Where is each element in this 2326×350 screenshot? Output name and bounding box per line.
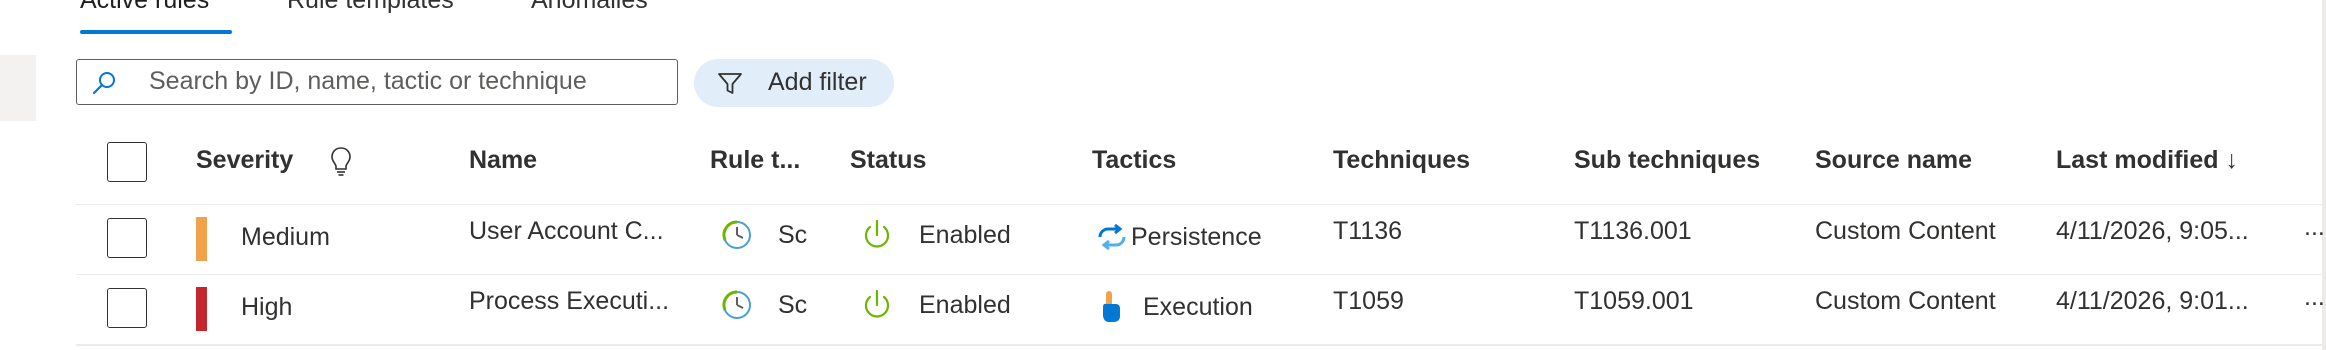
source-name-text: Custom Content	[1815, 287, 1996, 315]
sub-technique-text: T1059.001	[1574, 287, 1694, 315]
tab-selected-indicator	[80, 30, 232, 34]
last-modified-text: 4/11/2026, 9:05...	[2056, 217, 2249, 245]
row-checkbox[interactable]	[107, 288, 147, 328]
tactic-text: Execution	[1143, 293, 1253, 321]
column-header-severity[interactable]: Severity	[196, 146, 293, 175]
power-enabled-icon	[864, 289, 890, 318]
add-filter-button[interactable]: Add filter	[694, 59, 894, 107]
tab-rule-templates[interactable]: Rule templates	[287, 0, 454, 15]
column-header-rule-type[interactable]: Rule t...	[710, 146, 800, 175]
rule-name-link[interactable]: Process Executi...	[469, 287, 669, 316]
sub-technique-text: T1136.001	[1574, 217, 1692, 245]
rule-type-text: Sch	[778, 221, 808, 249]
tab-active-rules[interactable]: Active rules	[80, 0, 209, 15]
source-name-text: Custom Content	[1815, 217, 1996, 245]
column-header-tactics[interactable]: Tactics	[1092, 146, 1176, 175]
more-actions-button[interactable]: ...	[2304, 213, 2325, 242]
column-header-source-name[interactable]: Source name	[1815, 146, 1972, 175]
power-enabled-icon	[864, 219, 890, 248]
search-box[interactable]	[76, 59, 678, 105]
technique-text: T1136	[1333, 217, 1403, 245]
last-modified-text: 4/11/2026, 9:01...	[2056, 287, 2249, 315]
technique-text: T1059	[1333, 287, 1404, 315]
table-row[interactable]: Medium User Account C... Sch Enabled Per…	[76, 204, 2326, 275]
row-checkbox[interactable]	[107, 218, 147, 258]
more-actions-button[interactable]: ...	[2304, 283, 2325, 312]
severity-indicator	[196, 287, 207, 331]
table-row[interactable]: High Process Executi... Sch Enabled Exec…	[76, 274, 2326, 345]
scheduled-clock-icon	[722, 220, 751, 249]
tactic-text: Persistence	[1131, 223, 1262, 251]
lightbulb-icon[interactable]	[330, 146, 352, 178]
column-header-techniques[interactable]: Techniques	[1333, 146, 1470, 175]
persistence-icon	[1098, 223, 1126, 251]
column-header-status[interactable]: Status	[850, 146, 926, 175]
search-icon	[92, 72, 115, 95]
add-filter-label: Add filter	[768, 68, 867, 96]
status-text: Enabled	[919, 221, 1011, 249]
column-header-name[interactable]: Name	[469, 146, 537, 175]
table-header: Severity Name Rule t... Status Tactics T…	[76, 128, 2326, 204]
rule-name-link[interactable]: User Account C...	[469, 217, 664, 246]
left-panel-edge	[0, 55, 36, 121]
select-all-checkbox[interactable]	[107, 142, 147, 182]
severity-text: High	[241, 293, 293, 321]
scheduled-clock-icon	[722, 290, 751, 319]
search-input[interactable]	[149, 60, 649, 103]
column-header-sub-techniques[interactable]: Sub techniques	[1574, 146, 1760, 175]
severity-indicator	[196, 217, 207, 261]
severity-text: Medium	[241, 223, 330, 251]
table-bottom-divider	[76, 344, 2326, 346]
rule-type-text: Sch	[778, 291, 808, 319]
filter-icon	[718, 73, 742, 94]
tab-anomalies[interactable]: Anomalies	[531, 0, 648, 15]
column-header-last-modified[interactable]: Last modified ↓	[2056, 146, 2238, 175]
execution-icon	[1103, 291, 1120, 322]
status-text: Enabled	[919, 291, 1011, 319]
